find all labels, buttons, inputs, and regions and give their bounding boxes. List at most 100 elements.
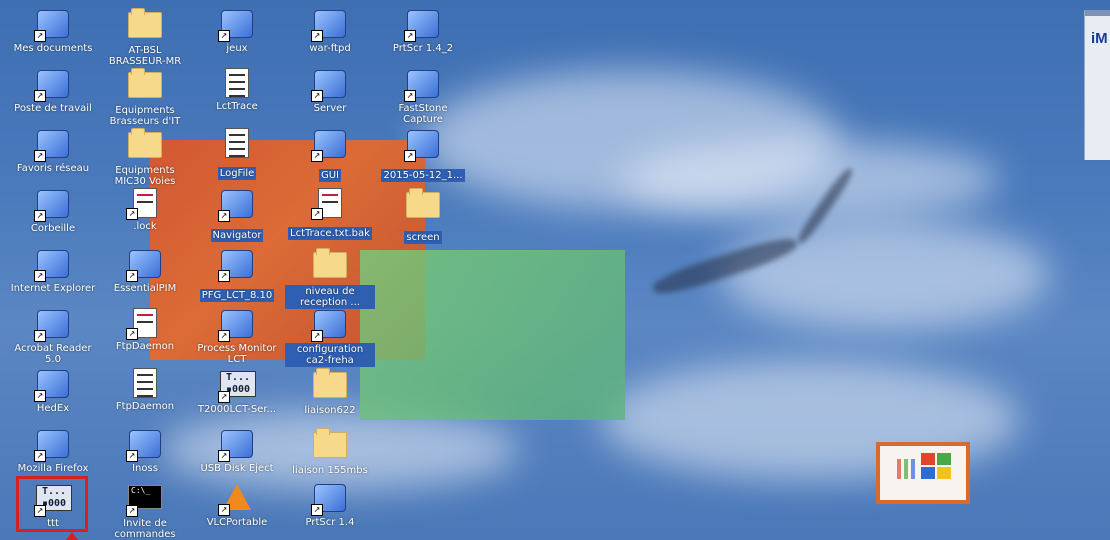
faststone-capture-icon-graphic: ↗ xyxy=(404,70,440,102)
icon-label: screen xyxy=(404,231,442,244)
folder-icon xyxy=(313,368,347,398)
mozilla-firefox-icon-graphic: ↗ xyxy=(34,430,70,462)
process-monitor-icon[interactable]: ↗ Process Monitor LCT xyxy=(192,308,282,365)
ftpdaemon-icon-1[interactable]: ↗ FtpDaemon xyxy=(100,308,190,352)
at-bsl-folder-graphic xyxy=(128,8,162,42)
icon-label: Corbeille xyxy=(30,223,76,234)
internet-explorer-icon[interactable]: ↗ Internet Explorer xyxy=(8,248,98,294)
shortcut-arrow-icon: ↗ xyxy=(311,90,323,102)
lcttrace-icon[interactable]: LctTrace xyxy=(192,68,282,112)
lcttrace-bak-icon[interactable]: ↗ LctTrace.txt.bak xyxy=(285,188,375,240)
favoris-reseau-icon[interactable]: ↗ Favoris réseau xyxy=(8,128,98,174)
prtscr-14-2-icon-graphic: ↗ xyxy=(404,10,440,42)
acrobat-reader-icon-graphic: ↗ xyxy=(34,310,70,342)
usb-disk-eject-icon[interactable]: ↗ USB Disk Eject xyxy=(192,428,282,474)
shortcut-arrow-icon: ↗ xyxy=(34,90,46,102)
mes-documents-icon[interactable]: ↗ Mes documents xyxy=(8,8,98,54)
prtscr-14-icon[interactable]: ↗ PrtScr 1.4 xyxy=(285,482,375,528)
usb-disk-eject-icon-graphic: ↗ xyxy=(218,430,254,462)
invite-de-commandes-icon[interactable]: C:\_ ↗ Invite de commandes xyxy=(100,482,190,540)
shortcut-arrow-icon: ↗ xyxy=(311,208,323,220)
folder-icon xyxy=(406,188,440,218)
window-partial-text: iM xyxy=(1091,30,1108,47)
poste-de-travail-icon-graphic: ↗ xyxy=(34,70,70,102)
screenshot-2015-icon[interactable]: ↗ 2015-05-12_1... xyxy=(378,128,468,182)
essentialpim-icon[interactable]: ↗ EssentialPIM xyxy=(100,248,190,294)
configuration-ca2-icon-graphic: ↗ xyxy=(311,310,347,342)
mozilla-firefox-icon[interactable]: ↗ Mozilla Firefox xyxy=(8,428,98,474)
server-icon[interactable]: ↗ Server xyxy=(285,68,375,114)
cloud xyxy=(420,70,840,210)
inoss-icon-graphic: ↗ xyxy=(126,430,162,462)
icon-label: jeux xyxy=(226,43,248,54)
jeux-icon[interactable]: ↗ jeux xyxy=(192,8,282,54)
shortcut-arrow-icon: ↗ xyxy=(218,391,230,403)
corbeille-icon[interactable]: ↗ Corbeille xyxy=(8,188,98,234)
wallpaper-green-block xyxy=(360,250,625,420)
icon-label: AT-BSL BRASSEUR-MR xyxy=(108,45,182,67)
icon-label: Mozilla Firefox xyxy=(17,463,89,474)
windows-flag-icon xyxy=(897,453,951,479)
icon-label: EssentialPIM xyxy=(113,283,177,294)
acrobat-reader-icon[interactable]: ↗ Acrobat Reader 5.0 xyxy=(8,308,98,365)
essentialpim-icon-graphic: ↗ xyxy=(126,250,162,282)
shortcut-arrow-icon: ↗ xyxy=(218,450,230,462)
pfg-lct-icon[interactable]: ↗ PFG_LCT_8.10 xyxy=(192,248,282,302)
icon-label: VLCPortable xyxy=(206,517,268,528)
faststone-capture-icon[interactable]: ↗ FastStone Capture xyxy=(378,68,468,125)
shortcut-arrow-icon: ↗ xyxy=(34,150,46,162)
at-bsl-folder[interactable]: AT-BSL BRASSEUR-MR xyxy=(100,8,190,67)
shortcut-arrow-icon: ↗ xyxy=(218,270,230,282)
screen-folder-graphic xyxy=(406,188,440,222)
gui-icon[interactable]: ↗ GUI xyxy=(285,128,375,182)
icon-label: LctTrace xyxy=(216,101,258,112)
shortcut-arrow-icon: ↗ xyxy=(218,210,230,222)
configuration-ca2-icon[interactable]: ↗ configuration ca2-freha xyxy=(285,308,375,367)
jeux-icon-graphic: ↗ xyxy=(218,10,254,42)
shortcut-arrow-icon: ↗ xyxy=(218,30,230,42)
cloud xyxy=(720,220,1050,330)
icon-label: Equipments Brasseurs d'IT xyxy=(109,105,181,127)
favoris-reseau-icon-graphic: ↗ xyxy=(34,130,70,162)
lock-file-icon[interactable]: ↗ .lock xyxy=(100,188,190,232)
war-ftpd-icon[interactable]: ↗ war-ftpd xyxy=(285,8,375,54)
icon-label: T2000LCT-Ser... xyxy=(197,404,277,415)
folder-icon xyxy=(128,68,162,98)
vlcportable-icon-graphic: ↗ xyxy=(218,484,254,516)
highlight-rectangle xyxy=(16,476,88,532)
ftpdaemon-icon-1-graphic: ↗ xyxy=(126,308,162,340)
lcttrace-icon-graphic xyxy=(220,68,254,98)
folder-icon xyxy=(128,8,162,38)
right-edge-window[interactable]: iM xyxy=(1084,10,1110,160)
poste-de-travail-icon[interactable]: ↗ Poste de travail xyxy=(8,68,98,114)
logfile-icon[interactable]: LogFile xyxy=(192,128,282,180)
vlcportable-icon[interactable]: ↗ VLCPortable xyxy=(192,482,282,528)
prtscr-14-2-icon[interactable]: ↗ PrtScr 1.4_2 xyxy=(378,8,468,54)
lcttrace-bak-icon-graphic: ↗ xyxy=(311,188,347,220)
screen-folder[interactable]: screen xyxy=(378,188,468,244)
niveau-de-reception-folder[interactable]: niveau de reception ... xyxy=(285,248,375,309)
war-ftpd-icon-graphic: ↗ xyxy=(311,10,347,42)
equipments-brasseurs-folder[interactable]: Equipments Brasseurs d'IT xyxy=(100,68,190,127)
liaison622-folder[interactable]: liaison622 xyxy=(285,368,375,416)
equipments-mic30-folder[interactable]: Equipments MIC30 Voies xyxy=(100,128,190,187)
t2000lct-server-icon-graphic: T... ▪000 ↗ xyxy=(218,371,256,403)
liaison-155mbs-folder[interactable]: liaison 155mbs xyxy=(285,428,375,476)
t2000lct-server-icon[interactable]: T... ▪000 ↗ T2000LCT-Ser... xyxy=(192,368,282,415)
icon-label: configuration ca2-freha xyxy=(285,343,375,367)
icon-label: Favoris réseau xyxy=(16,163,90,174)
hedex-icon[interactable]: ↗ HedEx xyxy=(8,368,98,414)
navigator-icon[interactable]: ↗ Navigator xyxy=(192,188,282,242)
inoss-icon[interactable]: ↗ Inoss xyxy=(100,428,190,474)
ftpdaemon-icon-2[interactable]: FtpDaemon xyxy=(100,368,190,412)
invite-de-commandes-icon-graphic: C:\_ ↗ xyxy=(126,485,162,517)
document-icon xyxy=(225,128,249,158)
icon-label: Inoss xyxy=(132,463,158,474)
icon-label: FtpDaemon xyxy=(115,401,175,412)
pointer-arrow-icon xyxy=(66,532,78,540)
shortcut-arrow-icon: ↗ xyxy=(311,330,323,342)
icon-label: liaison 155mbs xyxy=(292,465,368,476)
ftpdaemon-icon-2-graphic xyxy=(128,368,162,398)
shortcut-arrow-icon: ↗ xyxy=(218,504,230,516)
screenshot-2015-icon-graphic: ↗ xyxy=(404,130,440,162)
